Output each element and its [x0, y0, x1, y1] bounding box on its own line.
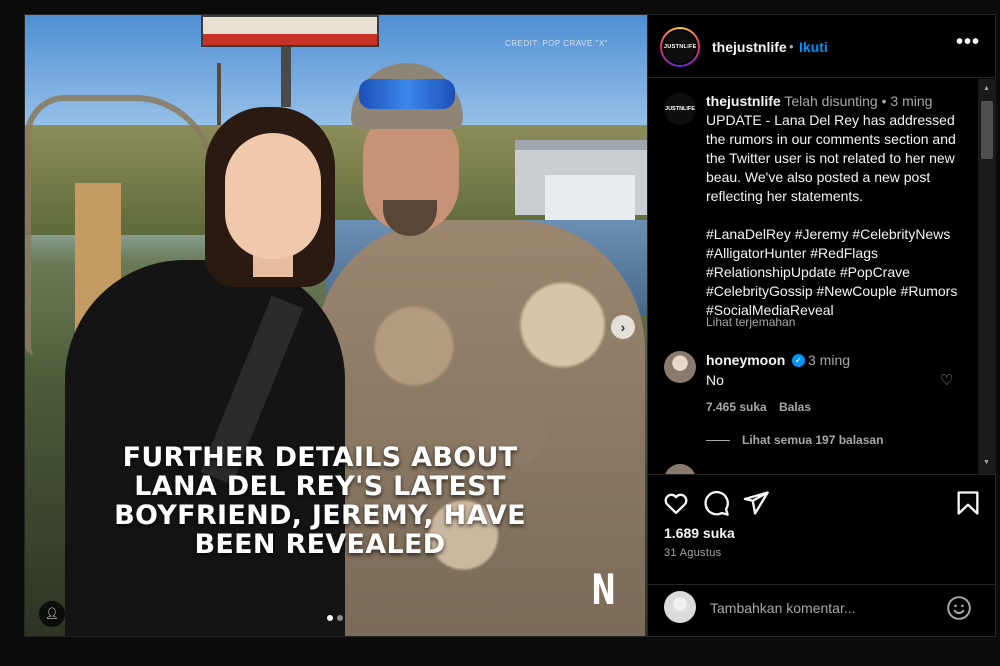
share-send-icon[interactable]: [742, 489, 770, 517]
post-actions: 1.689 suka 31 Agustus: [648, 474, 996, 584]
post-date: 31 Agustus: [664, 547, 722, 559]
post-header: JUSTNLIFE thejustnlife • Ikuti •••: [648, 15, 996, 78]
comment-likes[interactable]: 7.465 suka: [706, 400, 767, 414]
comment-reply-button[interactable]: Balas: [779, 400, 811, 414]
photo-billboard-pole: [281, 47, 291, 107]
post-media[interactable]: CREDIT: POP CRAVE "X" FURTHER DETAILS AB…: [25, 15, 647, 636]
replies-divider: [706, 440, 730, 441]
caption: thejustnlife Telah disunting • 3 ming UP…: [706, 92, 968, 320]
next-media-button[interactable]: ›: [611, 315, 635, 339]
caption-username[interactable]: thejustnlife: [706, 93, 781, 109]
photo-credit: CREDIT: POP CRAVE "X": [505, 39, 609, 48]
follow-button[interactable]: Ikuti: [799, 39, 828, 55]
photo-woman-face: [225, 133, 321, 259]
comment-username[interactable]: honeymoon: [706, 352, 785, 368]
profile-avatar: JUSTNLIFE: [664, 31, 696, 63]
photo-utility-pole: [217, 63, 221, 133]
pagination-dot-active: [327, 615, 333, 621]
comment-text: No: [706, 372, 724, 388]
profile-avatar-story-ring[interactable]: JUSTNLIFE: [660, 27, 700, 67]
chevron-right-icon: ›: [620, 319, 626, 335]
photo-billboard: [201, 15, 379, 47]
add-comment-bar: [648, 584, 996, 636]
tagged-user-button[interactable]: 👤︎: [39, 601, 65, 627]
caption-avatar[interactable]: JUSTNLIFE: [664, 93, 696, 125]
comments-section[interactable]: JUSTNLIFE thejustnlife Telah disunting •…: [648, 79, 996, 474]
scrollbar-thumb[interactable]: [981, 101, 993, 159]
caption-text: UPDATE - Lana Del Rey has addressed the …: [706, 112, 956, 204]
caption-edited: Telah disunting: [784, 93, 878, 109]
photo-houseboat: [545, 175, 635, 220]
post-headline: FURTHER DETAILS ABOUT LANA DEL REY'S LAT…: [114, 442, 526, 560]
current-user-avatar: [664, 591, 696, 623]
post-modal: CREDIT: POP CRAVE "X" FURTHER DETAILS AB…: [24, 14, 996, 637]
view-all-replies-link[interactable]: Lihat semua 197 balasan: [742, 433, 883, 447]
more-options-icon[interactable]: •••: [956, 31, 980, 54]
comments-scrollbar[interactable]: ▲ ▼: [978, 79, 996, 474]
comment-bubble-icon[interactable]: [702, 489, 730, 517]
media-pagination-dots: [327, 615, 343, 621]
netflix-n-logo: N: [591, 565, 616, 614]
post-likes-count[interactable]: 1.689 suka: [664, 525, 735, 541]
caption-hashtags[interactable]: #LanaDelRey #Jeremy #CelebrityNews #Alli…: [706, 226, 957, 318]
post-side-panel: JUSTNLIFE thejustnlife • Ikuti ••• JUSTN…: [647, 15, 996, 636]
user-icon: 👤︎: [45, 608, 59, 620]
header-separator: •: [789, 39, 794, 54]
caption-bullet: •: [881, 93, 887, 109]
photo-man-sunglasses: [359, 79, 455, 109]
like-heart-icon[interactable]: [662, 489, 690, 517]
comment-like-heart-icon[interactable]: ♡: [940, 371, 953, 389]
comment-time: 3 ming: [808, 352, 851, 368]
save-bookmark-icon[interactable]: [954, 489, 982, 517]
scroll-up-arrow-icon[interactable]: ▲: [983, 85, 990, 92]
verified-badge-icon: ✓: [792, 354, 805, 367]
comment-avatar[interactable]: [664, 351, 696, 383]
emoji-picker-icon[interactable]: [946, 595, 972, 621]
caption-time: 3 ming: [890, 93, 933, 109]
next-comment-avatar[interactable]: [664, 464, 696, 474]
add-comment-input[interactable]: [710, 597, 930, 619]
pagination-dot: [337, 615, 343, 621]
scroll-down-arrow-icon[interactable]: ▼: [983, 459, 990, 466]
header-username[interactable]: thejustnlife: [712, 39, 787, 55]
see-translation-link[interactable]: Lihat terjemahan: [706, 315, 795, 329]
